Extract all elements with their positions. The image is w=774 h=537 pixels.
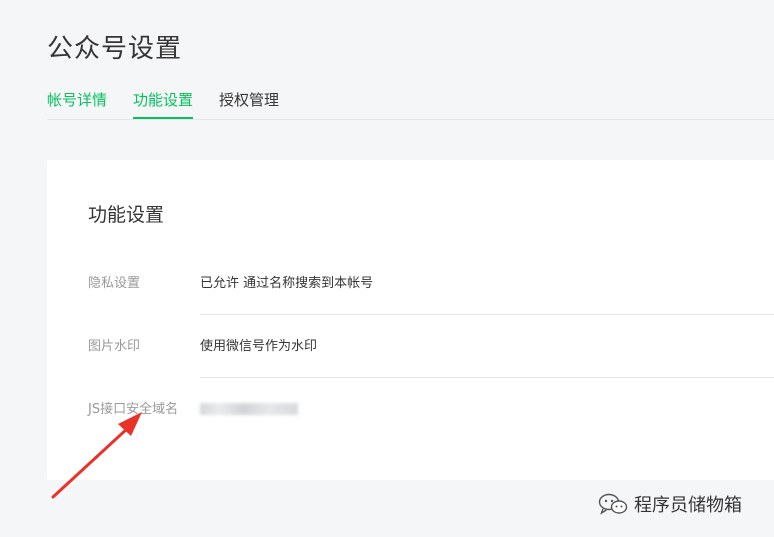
settings-row-image-watermark: 图片水印 使用微信号作为水印 [47, 315, 774, 378]
card-title: 功能设置 [88, 204, 165, 226]
settings-row-privacy: 隐私设置 已允许 通过名称搜索到本帐号 [47, 252, 774, 315]
row-label: 图片水印 [88, 339, 141, 354]
settings-card: 功能设置 隐私设置 已允许 通过名称搜索到本帐号 图片水印 使用微信号作为水印 … [47, 160, 774, 480]
tab-authorization-management[interactable]: 授权管理 [219, 88, 279, 119]
tab-account-details[interactable]: 帐号详情 [47, 88, 107, 119]
page-title: 公众号设置 [47, 34, 183, 64]
tab-feature-settings[interactable]: 功能设置 [133, 88, 194, 119]
row-label: JS接口安全域名 [88, 402, 179, 417]
watermark-text: 程序员储物箱 [634, 495, 742, 516]
blurred-domain-value [200, 403, 298, 415]
watermark: 程序员储物箱 [598, 489, 742, 519]
tab-bar: 帐号详情 功能设置 授权管理 [47, 88, 774, 120]
wechat-icon [598, 493, 628, 515]
row-value: 已允许 通过名称搜索到本帐号 [200, 276, 374, 291]
row-label: 隐私设置 [88, 276, 141, 291]
settings-row-js-domain: JS接口安全域名 [47, 378, 774, 441]
row-value: 使用微信号作为水印 [200, 339, 318, 354]
